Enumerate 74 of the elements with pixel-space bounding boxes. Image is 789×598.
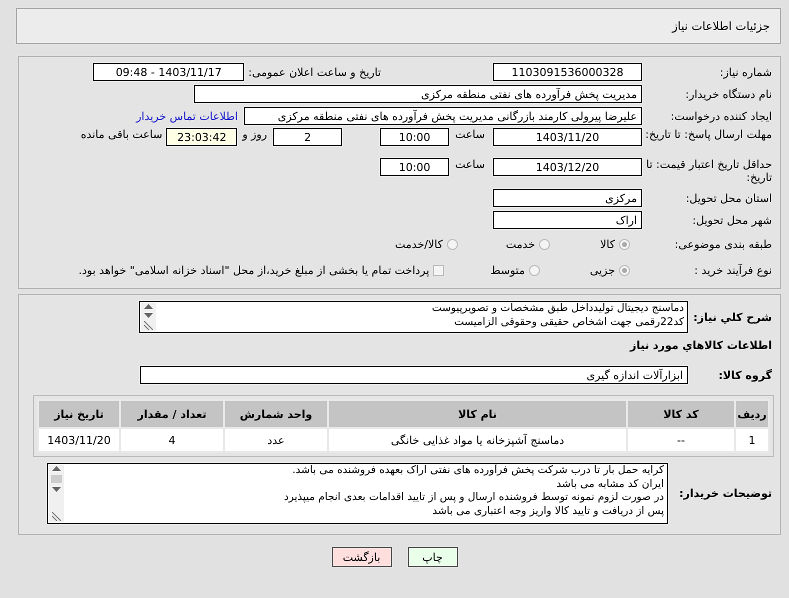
text-line: کد22رقمی جهت اشخاص حقیقی وحقوقی الزامیست bbox=[453, 316, 684, 329]
option-label: جزیی bbox=[590, 264, 615, 276]
radio-button[interactable] bbox=[539, 238, 550, 250]
field-label: ساعت bbox=[455, 128, 485, 141]
radio-button[interactable] bbox=[446, 238, 458, 250]
table-cell: 1 bbox=[735, 428, 769, 452]
buyer-org-field[interactable]: مدیریت پخش فرآورده های نفتی منطقه مرکزی bbox=[194, 85, 642, 103]
radio-button[interactable] bbox=[528, 264, 540, 276]
section-heading: اطلاعات کالاهاي مورد نياز bbox=[630, 338, 773, 352]
text-line: ایران کد مشابه می باشد bbox=[555, 478, 664, 491]
validity-date-field[interactable]: 1403/12/20 bbox=[493, 158, 642, 176]
field-label: ساعت باقی مانده bbox=[80, 128, 162, 141]
field-label: حداقل تاریخ اعتبار قیمت: تا تاریخ: bbox=[645, 158, 773, 184]
validity-time-field[interactable]: 10:00 bbox=[380, 158, 450, 176]
column-header: تاریخ نیاز bbox=[38, 400, 120, 428]
radio-button[interactable] bbox=[619, 264, 630, 276]
need-number-field[interactable]: 1103091536000328 bbox=[493, 63, 642, 81]
deadline-date-field[interactable]: 1403/11/20 bbox=[493, 128, 642, 146]
field-label: ساعت bbox=[455, 158, 485, 171]
table-cell: -- bbox=[627, 428, 735, 452]
buyer-contact-link[interactable]: اطلاعات تماس خریدار bbox=[136, 110, 238, 122]
option-label: متوسط bbox=[490, 264, 525, 276]
radio-button[interactable] bbox=[619, 238, 630, 250]
scroll-down-icon[interactable] bbox=[52, 487, 60, 492]
section-label: شرح کلي نياز: bbox=[692, 310, 773, 324]
text-line: کرایه حمل بار تا درب شرکت پخش فرآورده های نفتی اراک بعهده فروشنده می باشد. bbox=[291, 464, 664, 478]
text-line: پس از دریافت و تایید کالا واریز وجه اعتباری می باشد bbox=[431, 504, 664, 518]
field-label: نوع فرآیند خرید : bbox=[693, 264, 773, 276]
checkbox-label: پرداخت تمام یا بخشی از مبلغ خرید،از محل "اسناد خزانه اسلامی" خواهد بود. bbox=[78, 264, 430, 276]
resize-grip-icon[interactable] bbox=[52, 512, 60, 521]
field-label: نام دستگاه خریدار: bbox=[684, 88, 773, 100]
table-cell: دماسنج آشپزخانه یا مواد غذایی خانگی bbox=[328, 428, 627, 452]
deadline-time-field[interactable]: 10:00 bbox=[380, 128, 450, 146]
field-label: شماره نیاز: bbox=[718, 66, 773, 78]
section-label: توضیحات خریدار: bbox=[678, 487, 773, 500]
field-label: شهر محل تحویل: bbox=[691, 214, 773, 226]
option-label: کالا/خدمت bbox=[395, 238, 443, 250]
option-label: کالا bbox=[600, 238, 615, 250]
field-label: طبقه بندی موضوعی: bbox=[674, 238, 773, 250]
scroll-down-icon[interactable] bbox=[144, 313, 152, 318]
resize-grip-icon[interactable] bbox=[144, 321, 152, 330]
checkbox[interactable] bbox=[433, 264, 444, 276]
province-field[interactable]: مرکزی bbox=[493, 189, 642, 207]
requester-field[interactable]: علیرضا پیرولی کارمند بازرگانی مدیریت پخش فرآورده های نفتی منطقه مرکزی bbox=[244, 107, 642, 125]
field-label: مهلت ارسال پاسخ: تا تاریخ: bbox=[644, 128, 773, 141]
days-field[interactable]: 2 bbox=[273, 128, 342, 146]
column-header: نام کالا bbox=[328, 400, 627, 428]
column-header: کد کالا bbox=[627, 400, 735, 428]
field-label: استان محل تحویل: bbox=[684, 192, 773, 204]
text-line: در صورت لزوم نمونه توسط فروشنده ارسال و پس از تایید اقدامات بعدی انجام میپذیرد bbox=[283, 491, 664, 504]
page-title: جزئیات اطلاعات نیاز bbox=[672, 19, 770, 33]
buyer-notes-textarea[interactable] bbox=[47, 463, 668, 524]
table-cell: عدد bbox=[224, 428, 328, 452]
column-header: واحد شمارش bbox=[224, 400, 328, 428]
scroll-up-icon[interactable] bbox=[52, 466, 60, 471]
scroll-up-icon[interactable] bbox=[144, 304, 152, 309]
column-header: ردیف bbox=[735, 400, 769, 428]
field-label: روز و bbox=[242, 128, 268, 141]
table-cell: 1403/11/20 bbox=[38, 428, 120, 452]
remaining-time-field[interactable]: 23:03:42 bbox=[166, 128, 238, 146]
column-header: تعداد / مقدار bbox=[120, 400, 224, 428]
city-field[interactable]: اراک bbox=[493, 211, 642, 229]
field-label: ایجاد کننده درخواست: bbox=[670, 110, 773, 122]
table-cell: 4 bbox=[120, 428, 224, 452]
section-label: گروه کالا: bbox=[717, 368, 773, 382]
announce-date-field[interactable]: 1403/11/17 - 09:48 bbox=[93, 63, 244, 81]
text-line: دماسنج دیجیتال تولیدداخل طبق مشخصات و تصویرپیوست bbox=[430, 302, 684, 316]
description-textarea[interactable]: دماسنج دیجیتال تولیدداخل طبق مشخصات و تصویرپیوست کد22رقمی جهت اشخاص حقیقی وحقوقی الزامیست bbox=[139, 301, 688, 333]
back-button[interactable]: بازگشت bbox=[332, 547, 392, 567]
option-label: خدمت bbox=[506, 238, 536, 250]
field-label: تاریخ و ساعت اعلان عمومی: bbox=[248, 66, 381, 78]
print-button[interactable]: چاپ bbox=[408, 547, 458, 567]
goods-group-field[interactable]: ابزارآلات اندازه گیری bbox=[140, 366, 688, 384]
scrollbar-thumb[interactable] bbox=[50, 475, 62, 483]
